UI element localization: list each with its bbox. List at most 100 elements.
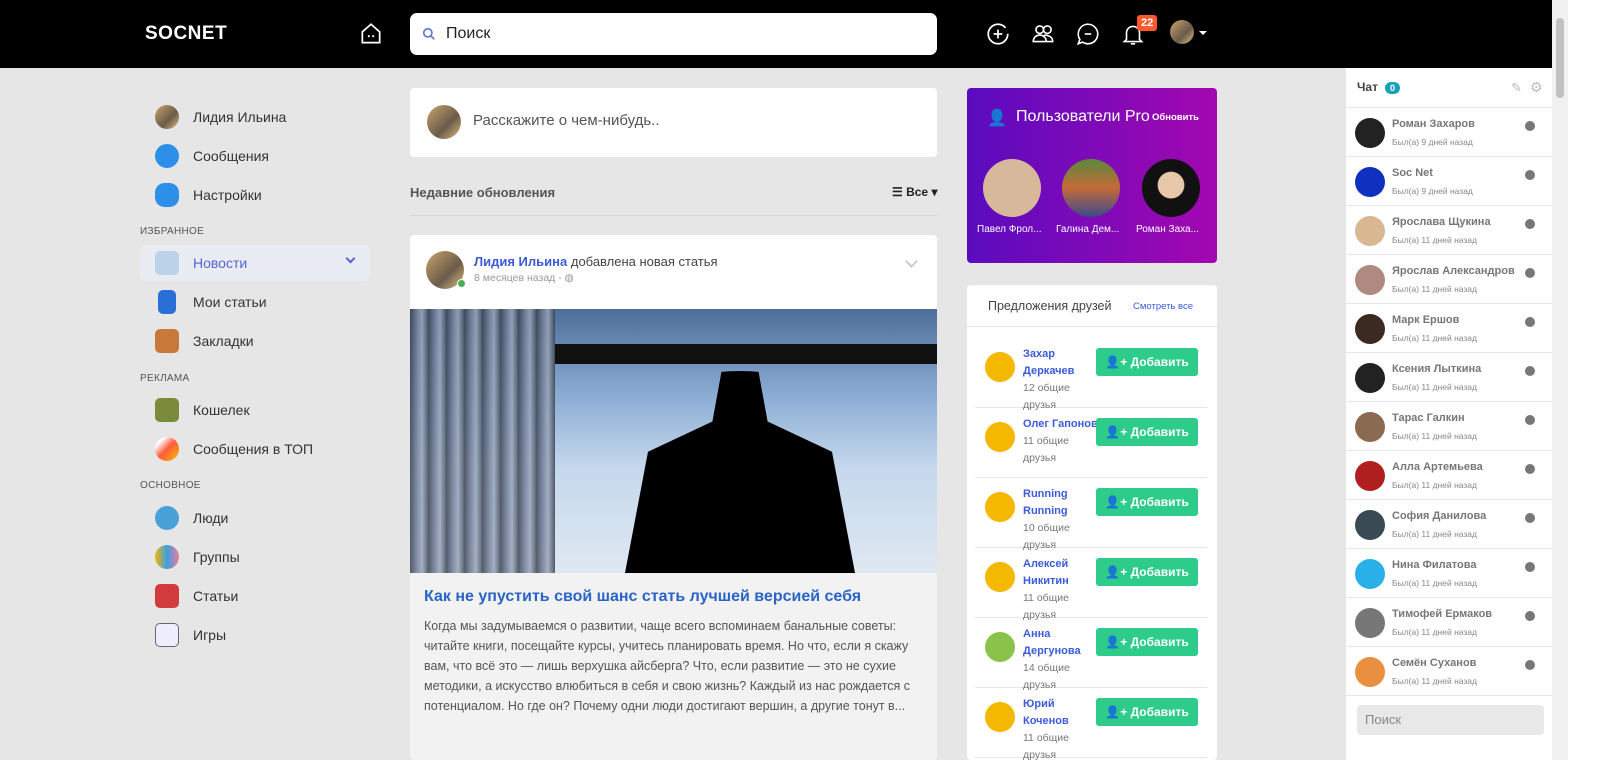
sidebar-item-top-messages[interactable]: Сообщения в ТОП xyxy=(140,431,370,467)
chat-panel: Чат 0 ✎ ⚙ Роман Захаров Был(а) 9 дней на… xyxy=(1346,68,1552,760)
item-label: Группы xyxy=(193,549,240,565)
sidebar-profile[interactable]: Лидия Ильина xyxy=(140,99,370,135)
caret-down-icon[interactable] xyxy=(1199,31,1207,35)
chat-user[interactable]: Алла Артемьева Был(а) 11 дней назад xyxy=(1346,451,1552,500)
post-composer[interactable]: Расскажите о чем-нибудь.. xyxy=(410,88,937,157)
avatar[interactable] xyxy=(985,422,1015,452)
suggestion-name[interactable]: Алексей Никитин xyxy=(1023,558,1069,587)
refresh-link[interactable]: Обновить xyxy=(1152,112,1199,123)
suggestion-item: Running Running 10 общие друзья 👤+ Добави… xyxy=(975,478,1207,551)
item-label: Игры xyxy=(193,627,227,643)
suggestion-name[interactable]: Олег Гапонов xyxy=(1023,418,1098,430)
item-label: Статьи xyxy=(193,588,239,604)
avatar[interactable] xyxy=(985,702,1015,732)
item-label: Люди xyxy=(193,510,229,526)
post-time[interactable]: 8 месяцев назад xyxy=(474,272,555,284)
chevron-down-icon[interactable] xyxy=(345,253,356,264)
offline-status-dot xyxy=(1525,219,1535,229)
item-label: Мои статьи xyxy=(193,294,267,310)
suggestion-name[interactable]: Анна Дергунова xyxy=(1023,628,1081,657)
user-plus-icon: 👤+ xyxy=(1105,425,1131,439)
last-seen: Был(а) 11 дней назад xyxy=(1392,480,1477,490)
compose-icon[interactable]: ✎ xyxy=(1511,80,1522,96)
chat-user[interactable]: Тимофей Ермаков Был(а) 11 дней назад xyxy=(1346,598,1552,647)
sidebar-item-bookmarks[interactable]: Закладки xyxy=(140,323,370,359)
chat-user[interactable]: София Данилова Был(а) 11 дней назад xyxy=(1346,500,1552,549)
playing-cards-icon xyxy=(155,623,179,647)
sidebar-item-wallet[interactable]: Кошелек xyxy=(140,392,370,428)
sidebar-item-my-articles[interactable]: Мои статьи xyxy=(140,284,370,320)
chat-user[interactable]: Ярослав Александров Был(а) 11 дней назад xyxy=(1346,255,1552,304)
chat-user[interactable]: Ярослава Щукина Был(а) 11 дней назад xyxy=(1346,206,1552,255)
article-title[interactable]: Как не упустить свой шанс стать лучшей в… xyxy=(424,588,861,606)
author-link[interactable]: Лидия Ильина xyxy=(474,254,567,269)
pro-user-avatar[interactable] xyxy=(983,159,1041,217)
sidebar-item-settings[interactable]: Настройки xyxy=(140,177,370,213)
chevron-down-icon[interactable] xyxy=(905,255,918,268)
feed-title: Недавние обновления xyxy=(410,185,556,200)
divider xyxy=(967,326,1217,327)
avatar xyxy=(1355,216,1385,246)
avatar[interactable] xyxy=(985,352,1015,382)
chat-user[interactable]: Нина Филатова Был(а) 11 дней назад xyxy=(1346,549,1552,598)
pro-user-name[interactable]: Роман Заха... xyxy=(1136,224,1199,235)
add-friend-button[interactable]: 👤+ Добавить xyxy=(1096,488,1198,516)
home-icon[interactable] xyxy=(358,21,384,47)
divider xyxy=(410,215,937,216)
sidebar-item-groups[interactable]: Группы xyxy=(140,539,370,575)
chat-user[interactable]: Роман Захаров Был(а) 9 дней назад xyxy=(1346,108,1552,157)
avatar xyxy=(1355,461,1385,491)
add-friend-button[interactable]: 👤+ Добавить xyxy=(1096,698,1198,726)
chat-user[interactable]: Марк Ершов Был(а) 11 дней назад xyxy=(1346,304,1552,353)
scrollbar[interactable] xyxy=(1552,0,1568,760)
logo[interactable]: SOCNET xyxy=(145,23,227,45)
add-friend-button[interactable]: 👤+ Добавить xyxy=(1096,418,1198,446)
suggestion-item: Алексей Никитин 11 общие друзья 👤+ Добави… xyxy=(975,548,1207,621)
last-seen: Был(а) 11 дней назад xyxy=(1392,333,1477,343)
suggestion-name[interactable]: Захар Деркачев xyxy=(1023,348,1074,377)
suggestion-name[interactable]: Running Running xyxy=(1023,488,1068,517)
search-input[interactable]: Поиск xyxy=(410,13,937,55)
group-icon xyxy=(155,545,179,569)
pro-user-name[interactable]: Павел Фрол... xyxy=(977,224,1041,235)
avatar[interactable] xyxy=(985,562,1015,592)
sidebar-item-people[interactable]: Люди xyxy=(140,500,370,536)
chat-search-input[interactable]: Поиск xyxy=(1357,705,1544,735)
avatar[interactable] xyxy=(985,492,1015,522)
chat-user-name: Тимофей Ермаков xyxy=(1392,608,1493,620)
pro-user-avatar[interactable] xyxy=(1062,159,1120,217)
add-friend-button[interactable]: 👤+ Добавить xyxy=(1096,558,1198,586)
chat-user[interactable]: Семён Суханов Был(а) 11 дней назад xyxy=(1346,647,1552,696)
add-friend-button[interactable]: 👤+ Добавить xyxy=(1096,348,1198,376)
article-image[interactable] xyxy=(410,309,937,573)
add-friend-button[interactable]: 👤+ Добавить xyxy=(1096,628,1198,656)
sidebar-item-articles[interactable]: Статьи xyxy=(140,578,370,614)
feed-filter-dropdown[interactable]: ☰ Все ▾ xyxy=(892,185,937,199)
gear-icon[interactable]: ⚙ xyxy=(1530,79,1543,96)
avatar[interactable] xyxy=(985,632,1015,662)
user-avatar-menu[interactable] xyxy=(1170,20,1194,44)
article-preview[interactable]: Как не упустить свой шанс стать лучшей в… xyxy=(410,573,937,760)
messages-icon[interactable] xyxy=(1075,21,1101,47)
last-seen: Был(а) 11 дней назад xyxy=(1392,284,1477,294)
chat-user-name: Ксения Лыткина xyxy=(1392,363,1482,375)
composer-placeholder[interactable]: Расскажите о чем-нибудь.. xyxy=(473,112,660,129)
pro-user-name[interactable]: Галина Дем... xyxy=(1056,224,1119,235)
see-all-link[interactable]: Смотреть все xyxy=(1133,301,1193,312)
sidebar-item-games[interactable]: Игры xyxy=(140,617,370,653)
pro-user-avatar[interactable] xyxy=(1142,159,1200,217)
suggestion-info: Алексей Никитин 11 общие друзья xyxy=(1023,556,1101,624)
friends-icon[interactable] xyxy=(1030,21,1056,47)
sidebar-item-messages[interactable]: Сообщения xyxy=(140,138,370,174)
last-seen: Был(а) 11 дней назад xyxy=(1392,529,1477,539)
chat-user[interactable]: Тарас Галкин Был(а) 11 дней назад xyxy=(1346,402,1552,451)
scrollbar-thumb[interactable] xyxy=(1556,18,1564,98)
item-label: Сообщения в ТОП xyxy=(193,441,314,457)
chat-user[interactable]: Ксения Лыткина Был(а) 11 дней назад xyxy=(1346,353,1552,402)
gear-user-icon xyxy=(155,183,179,207)
suggestion-name[interactable]: Юрий Коченов xyxy=(1023,698,1069,727)
create-post-icon[interactable] xyxy=(985,21,1011,47)
chat-user[interactable]: Soc Net Был(а) 9 дней назад xyxy=(1346,157,1552,206)
sidebar-item-news[interactable]: Новости xyxy=(140,245,370,281)
user-shield-icon: 👤 xyxy=(987,110,1007,127)
